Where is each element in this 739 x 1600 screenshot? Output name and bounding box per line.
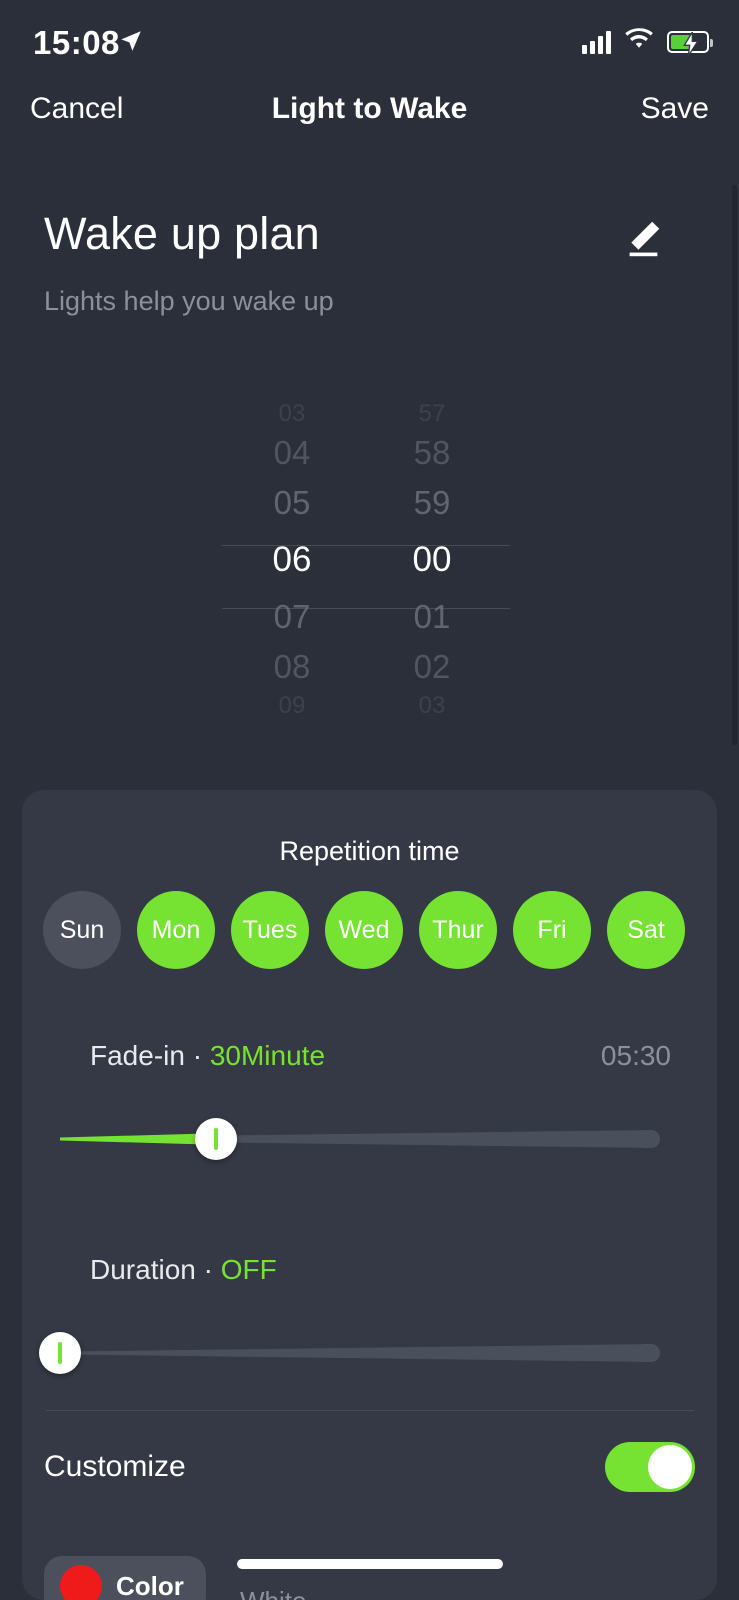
slider-thumb[interactable] (195, 1118, 237, 1160)
slider-track-cap (642, 1130, 660, 1148)
hour-option[interactable]: 09 (232, 692, 352, 720)
customize-toggle[interactable] (605, 1442, 695, 1492)
minute-option[interactable]: 57 (372, 400, 492, 428)
day-label: Thur (432, 915, 484, 944)
duration-label-text: Duration · (90, 1254, 221, 1285)
page-title: Light to Wake (271, 92, 468, 125)
hour-option[interactable]: 07 (232, 592, 352, 642)
fade-in-slider[interactable] (60, 1118, 660, 1160)
status-time: 15:08 (33, 24, 120, 61)
section-divider (46, 1410, 694, 1411)
light-to-wake-screen: 15:08 Cancel Light to Wake Save Wake up … (0, 0, 739, 1600)
day-chip-mon[interactable]: Mon (137, 891, 215, 969)
color-chip-label: Color (116, 1570, 184, 1600)
wifi-icon (624, 28, 654, 56)
time-picker[interactable]: 03 04 05 06 07 08 09 57 58 59 00 01 02 0… (0, 400, 739, 750)
hour-wheel[interactable]: 03 04 05 06 07 08 09 (232, 400, 352, 720)
duration-value: OFF (220, 1254, 277, 1285)
day-chip-fri[interactable]: Fri (513, 891, 591, 969)
day-selector[interactable]: Sun Mon Tues Wed Thur Fri Sat (43, 891, 703, 971)
fade-in-label: Fade-in · 30Minute (90, 1040, 325, 1072)
minute-option-selected[interactable]: 00 (372, 528, 492, 592)
minute-option[interactable]: 59 (372, 478, 492, 528)
battery-charging-icon (667, 29, 713, 57)
day-label: Tues (242, 915, 298, 944)
day-chip-sat[interactable]: Sat (607, 891, 685, 969)
day-label: Sun (59, 915, 105, 944)
day-label: Wed (338, 915, 390, 944)
day-chip-thur[interactable]: Thur (419, 891, 497, 969)
customize-label: Customize (44, 1450, 186, 1483)
color-chip[interactable]: Color (44, 1556, 206, 1600)
day-chip-sun[interactable]: Sun (43, 891, 121, 969)
fade-in-time: 05:30 (600, 1040, 671, 1071)
slider-track-cap (642, 1344, 660, 1362)
hour-option[interactable]: 05 (232, 478, 352, 528)
toggle-knob (648, 1445, 692, 1489)
save-button[interactable]: Save (641, 92, 709, 126)
minute-option[interactable]: 03 (372, 692, 492, 720)
plan-subtitle: Lights help you wake up (44, 286, 334, 316)
color-swatch-icon (60, 1565, 102, 1600)
navigation-bar: Cancel Light to Wake Save (0, 92, 739, 142)
edit-pencil-icon[interactable] (620, 215, 666, 261)
minute-option[interactable]: 02 (372, 642, 492, 692)
hour-option-selected[interactable]: 06 (232, 528, 352, 592)
status-bar: 15:08 (0, 0, 739, 80)
day-chip-tues[interactable]: Tues (231, 891, 309, 969)
hour-option[interactable]: 04 (232, 428, 352, 478)
fade-in-label-text: Fade-in · (90, 1040, 210, 1071)
repetition-time-label: Repetition time (279, 836, 460, 866)
status-indicators (582, 28, 713, 57)
day-label: Sat (627, 915, 665, 944)
location-arrow-icon (118, 28, 144, 59)
day-label: Fri (537, 915, 567, 944)
fade-in-value: 30Minute (209, 1040, 326, 1071)
cellular-signal-icon (582, 30, 611, 54)
duration-slider[interactable] (39, 1332, 660, 1374)
slider-fill (60, 1133, 216, 1145)
hour-option[interactable]: 03 (232, 400, 352, 428)
minute-option[interactable]: 58 (372, 428, 492, 478)
day-label: Mon (151, 915, 201, 944)
plan-name: Wake up plan (44, 208, 320, 259)
day-chip-wed[interactable]: Wed (325, 891, 403, 969)
white-mode-label: White (240, 1586, 306, 1600)
minute-wheel[interactable]: 57 58 59 00 01 02 03 (372, 400, 492, 720)
hour-option[interactable]: 08 (232, 642, 352, 692)
vertical-scrollbar[interactable] (732, 185, 737, 745)
duration-label: Duration · OFF (90, 1254, 277, 1286)
settings-card: Repetition time Sun Mon Tues Wed Thur Fr… (22, 790, 717, 1600)
home-indicator (236, 1559, 503, 1569)
slider-thumb[interactable] (39, 1332, 81, 1374)
slider-track[interactable] (60, 1344, 660, 1362)
minute-option[interactable]: 01 (372, 592, 492, 642)
